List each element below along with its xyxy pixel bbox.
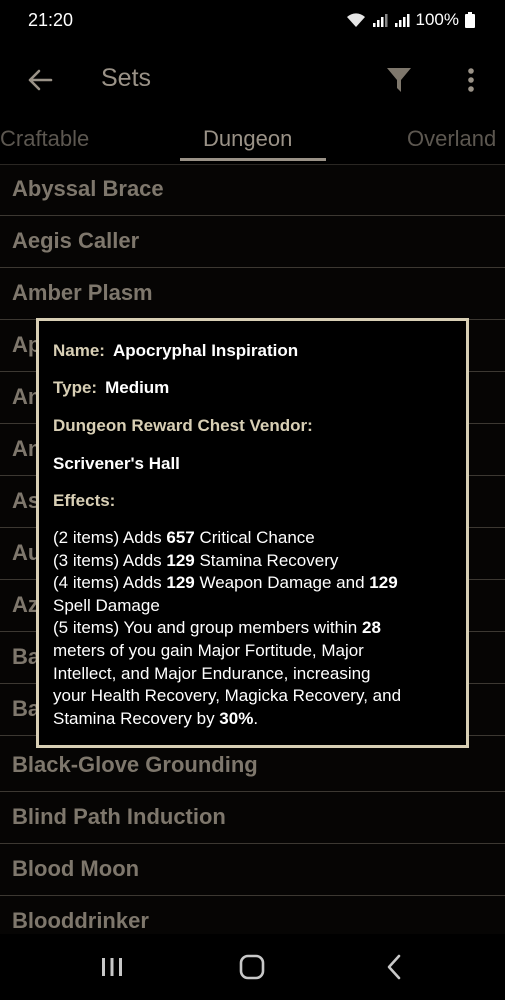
list-item[interactable]: Blood Moon — [0, 844, 505, 896]
effect-line: (2 items) Adds 657 Critical Chance — [53, 527, 458, 550]
effect-line: (4 items) Adds 129 Weapon Damage and 129 — [53, 572, 458, 595]
set-details-popup: Name: Apocryphal Inspiration Type: Medium … — [36, 318, 469, 748]
back-chevron-icon — [387, 954, 401, 980]
vendor-label-row: Dungeon Reward Chest Vendor: — [53, 416, 313, 436]
vendor-value-row: Scrivener's Hall — [53, 454, 180, 474]
effect-text: (2 items) Adds — [53, 528, 167, 547]
effect-value: 657 — [166, 528, 195, 547]
status-icons: 100% — [346, 10, 475, 30]
tab-overland[interactable]: Overland — [407, 126, 496, 152]
page-title: Sets — [101, 64, 152, 92]
effect-value: 129 — [166, 550, 195, 570]
back-nav-button[interactable] — [374, 950, 414, 984]
back-button[interactable] — [22, 60, 58, 100]
arrow-left-icon — [28, 69, 53, 91]
vendor-label: Dungeon Reward Chest Vendor: — [53, 416, 313, 435]
home-icon — [239, 954, 265, 980]
wifi-icon — [346, 12, 366, 28]
tab-craftable[interactable]: Craftable — [0, 126, 89, 152]
effect-value: 129 — [369, 573, 398, 593]
list-item[interactable]: Aegis Caller — [0, 216, 505, 268]
effect-line: meters of you gain Major Fortitude, Majo… — [53, 640, 458, 663]
effect-text: your Health Recovery, Magicka Recovery, … — [53, 686, 402, 706]
list-item-label: Blind Path Induction — [12, 804, 226, 829]
signal-icon-1 — [372, 12, 388, 28]
effect-line: Intellect, and Major Endurance, increasi… — [53, 663, 458, 686]
more-options-button[interactable] — [456, 62, 486, 98]
more-vert-icon — [468, 68, 474, 92]
list-item-label: Aegis Caller — [12, 228, 140, 253]
list-item-label: Blooddrinker — [12, 908, 149, 933]
tab-dungeon[interactable]: Dungeon — [203, 126, 292, 152]
home-button[interactable] — [232, 950, 272, 984]
effect-text: (5 items) You and group members within — [53, 618, 362, 638]
recents-button[interactable] — [92, 950, 132, 984]
effect-line: (5 items) You and group members within 2… — [53, 617, 458, 640]
effects-label: Effects: — [53, 491, 116, 510]
list-item-label: Az — [12, 592, 39, 617]
effect-value: 28 — [362, 618, 381, 638]
status-time: 21:20 — [28, 10, 74, 30]
filter-button[interactable] — [381, 62, 417, 98]
name-row: Name: Apocryphal Inspiration — [53, 341, 298, 361]
effect-text: (4 items) Adds — [53, 573, 167, 593]
list-item-label: Amber Plasm — [12, 280, 153, 305]
effect-line: (3 items) Adds 129 Stamina Recovery — [53, 550, 458, 573]
effect-line: Stamina Recovery by 30%. — [53, 708, 458, 731]
list-item-label: Black-Glove Grounding — [12, 752, 258, 777]
effect-text: Critical Chance — [194, 528, 315, 547]
effect-text: . — [253, 708, 259, 728]
effect-line: Spell Damage — [53, 595, 458, 618]
status-bar: 21:20 100% — [0, 0, 505, 40]
name-label: Name: — [53, 341, 105, 360]
system-nav-bar — [0, 934, 505, 1000]
list-item[interactable]: Abyssal Brace — [0, 164, 505, 216]
list-item-label: Abyssal Brace — [12, 176, 164, 201]
tab-indicator — [180, 158, 326, 161]
list-item[interactable]: Amber Plasm — [0, 268, 505, 320]
effects-text: (2 items) Adds 657 Critical Chance (3 it… — [53, 527, 458, 730]
name-value: Apocryphal Inspiration — [112, 341, 299, 360]
battery-percent: 100% — [415, 10, 459, 29]
effect-text: (3 items) Adds — [53, 550, 167, 570]
effect-text: Intellect, and Major Endurance, increasi… — [53, 663, 371, 683]
effects-label-row: Effects: — [53, 491, 115, 511]
effect-text: Stamina Recovery by — [53, 708, 220, 728]
list-item-label: Blood Moon — [12, 856, 140, 881]
battery-icon — [465, 12, 475, 28]
tab-bar: Craftable Dungeon Overland — [0, 120, 505, 165]
effect-text: Stamina Recovery — [194, 550, 339, 570]
effect-text: Spell Damage — [53, 595, 160, 615]
effect-value: 30% — [219, 708, 254, 728]
effect-text: Weapon Damage and — [194, 573, 370, 593]
list-item[interactable]: Blind Path Induction — [0, 792, 505, 844]
vendor-value: Scrivener's Hall — [53, 454, 180, 473]
type-label: Type: — [53, 378, 98, 397]
filter-icon — [387, 68, 411, 92]
signal-icon-2 — [394, 12, 410, 28]
type-row: Type: Medium — [53, 378, 169, 398]
app-bar: Sets — [0, 40, 505, 120]
effect-value: 129 — [166, 573, 195, 593]
type-value: Medium — [105, 378, 170, 397]
effect-line: your Health Recovery, Magicka Recovery, … — [53, 685, 458, 708]
effect-text: meters of you gain Major Fortitude, Majo… — [53, 640, 364, 660]
recents-icon — [102, 958, 122, 976]
